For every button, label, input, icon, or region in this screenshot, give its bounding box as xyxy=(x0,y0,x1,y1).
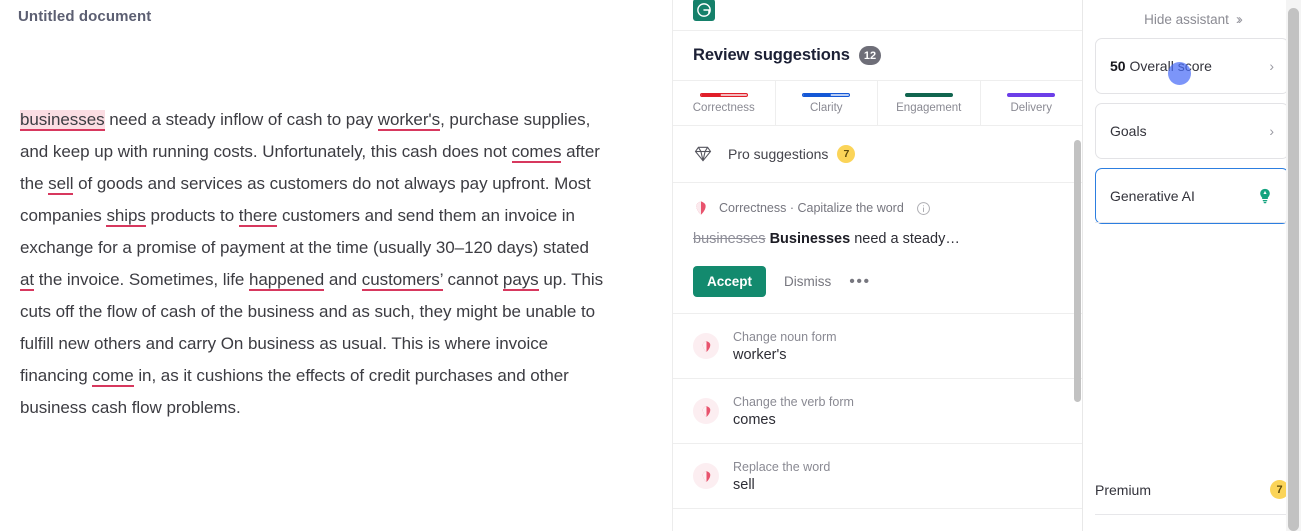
sidebar-card-label: Goals xyxy=(1110,123,1147,139)
premium-row[interactable]: Premium 7 xyxy=(1095,465,1289,515)
error-word: happened xyxy=(248,270,325,291)
category-tab-label: Delivery xyxy=(1010,101,1053,114)
document-text[interactable]: businesses need a steady inflow of cash … xyxy=(20,104,605,424)
pro-suggestions-label: Pro suggestions xyxy=(728,146,829,162)
right-sidebar: Hide assistant ›› 50 Overall score › Goals… xyxy=(1083,0,1301,531)
overall-score-value: 50 xyxy=(1110,58,1126,74)
highlighted-word: businesses xyxy=(20,110,105,131)
active-suggestion-card[interactable]: Correctness · Capitalize the word busine… xyxy=(673,183,1082,314)
assistant-header: Review suggestions 12 xyxy=(673,31,1082,81)
correctness-shield-icon xyxy=(693,398,719,424)
error-word: pays xyxy=(502,270,539,291)
assistant-panel: Review suggestions 12 Correctness Clarity… xyxy=(673,0,1083,531)
chevron-double-right-icon: ›› xyxy=(1235,10,1243,28)
suggestion-actions: Accept Dismiss ••• xyxy=(693,266,1062,297)
suggestion-kind: Change noun form xyxy=(733,329,837,344)
suggestion-list-item[interactable]: Replace the word sell xyxy=(673,444,1082,509)
document-pane: Untitled document businesses need a stea… xyxy=(0,0,673,531)
correctness-shield-icon xyxy=(693,463,719,489)
suggestion-list: Change noun form worker's Change the verb … xyxy=(673,314,1082,509)
error-word: customers’ xyxy=(361,270,443,291)
document-text-run: products to xyxy=(145,206,239,225)
pro-suggestions-badge: 7 xyxy=(837,145,856,163)
suggestion-item-texts: Replace the word sell xyxy=(733,460,830,493)
suggestion-kind: Replace the word xyxy=(733,459,831,474)
error-word: there xyxy=(238,206,278,227)
chevron-right-icon: › xyxy=(1269,123,1274,139)
category-progress-bar xyxy=(1007,92,1056,97)
review-suggestions-title: Review suggestions xyxy=(693,46,850,64)
assistant-scrollbar[interactable] xyxy=(1074,140,1081,402)
sidebar-cards: 50 Overall score › Goals › Generative AI xyxy=(1095,38,1289,224)
grammarly-logo-icon[interactable] xyxy=(693,0,715,21)
sidebar-card-goals[interactable]: Goals › xyxy=(1095,103,1289,159)
premium-label: Premium xyxy=(1095,481,1152,498)
sidebar-divider xyxy=(1095,222,1289,223)
more-options-button[interactable]: ••• xyxy=(849,273,870,290)
category-tab-label: Engagement xyxy=(896,101,962,114)
error-word: come xyxy=(92,366,134,387)
suggestion-count-badge: 12 xyxy=(858,46,882,65)
hide-assistant-button[interactable]: Hide assistant ›› xyxy=(1095,0,1289,38)
page-scrollbar-thumb[interactable] xyxy=(1288,8,1299,531)
category-tab-clarity[interactable]: Clarity xyxy=(776,81,878,125)
suggestion-kind: Change the verb form xyxy=(733,394,854,409)
page-scrollbar[interactable] xyxy=(1286,0,1301,531)
assistant-logo-bar xyxy=(673,0,1082,31)
document-text-run: cannot xyxy=(442,270,503,289)
category-tabs: Correctness Clarity Engagement Delivery xyxy=(673,81,1082,126)
preview-context: need a steady… xyxy=(850,231,960,247)
hide-assistant-label: Hide assistant xyxy=(1144,11,1229,27)
suggestion-word: comes xyxy=(733,411,776,428)
suggestion-category-label: Correctness · Capitalize the word xyxy=(719,201,904,215)
category-tab-label: Correctness xyxy=(692,101,755,114)
accept-button[interactable]: Accept xyxy=(693,266,767,297)
error-word: at xyxy=(20,270,35,291)
replacement-word: Businesses xyxy=(769,231,851,247)
sidebar-card-label: Generative AI xyxy=(1110,188,1195,204)
suggestion-card-header: Correctness · Capitalize the word xyxy=(693,200,1062,216)
category-progress-bar xyxy=(802,92,851,97)
page-title: Untitled document xyxy=(18,8,152,25)
grammarly-editor-window: Untitled document businesses need a stea… xyxy=(0,0,1301,531)
error-word: ships xyxy=(106,206,146,227)
diamond-icon xyxy=(693,144,713,164)
info-icon[interactable] xyxy=(916,201,931,216)
category-tab-label: Clarity xyxy=(809,101,843,114)
suggestion-word: worker's xyxy=(733,346,787,363)
lightbulb-icon xyxy=(1256,187,1274,205)
original-word: businesses xyxy=(693,231,766,247)
correctness-shield-icon xyxy=(693,333,719,359)
sidebar-card-overall-score[interactable]: 50 Overall score › xyxy=(1095,38,1289,94)
chevron-right-icon: › xyxy=(1269,58,1274,74)
suggestion-item-texts: Change the verb form comes xyxy=(733,395,854,428)
category-progress-bar xyxy=(699,92,748,97)
document-text-run: the invoice. Sometimes, life xyxy=(34,270,249,289)
dismiss-button[interactable]: Dismiss xyxy=(784,274,831,289)
error-word: worker's xyxy=(377,110,441,131)
category-tab-correctness[interactable]: Correctness xyxy=(673,81,776,125)
document-text-run: and xyxy=(324,270,362,289)
suggestion-list-item[interactable]: Change noun form worker's xyxy=(673,314,1082,379)
category-tab-delivery[interactable]: Delivery xyxy=(981,81,1083,125)
sidebar-card-label: 50 Overall score xyxy=(1110,58,1212,74)
document-text-run: need a steady inflow of cash to pay xyxy=(104,110,378,129)
category-progress-bar xyxy=(904,92,953,97)
correctness-shield-icon xyxy=(693,200,709,216)
suggestion-preview: businesses Businesses need a steady… xyxy=(693,231,1062,247)
suggestion-word: sell xyxy=(733,476,755,493)
sidebar-card-generative-ai[interactable]: Generative AI xyxy=(1095,168,1289,224)
category-tab-engagement[interactable]: Engagement xyxy=(878,81,981,125)
suggestion-list-item[interactable]: Change the verb form comes xyxy=(673,379,1082,444)
suggestion-item-texts: Change noun form worker's xyxy=(733,330,837,363)
pro-suggestions-row[interactable]: Pro suggestions 7 xyxy=(673,126,1082,183)
error-word: sell xyxy=(48,174,74,195)
error-word: comes xyxy=(511,142,562,163)
